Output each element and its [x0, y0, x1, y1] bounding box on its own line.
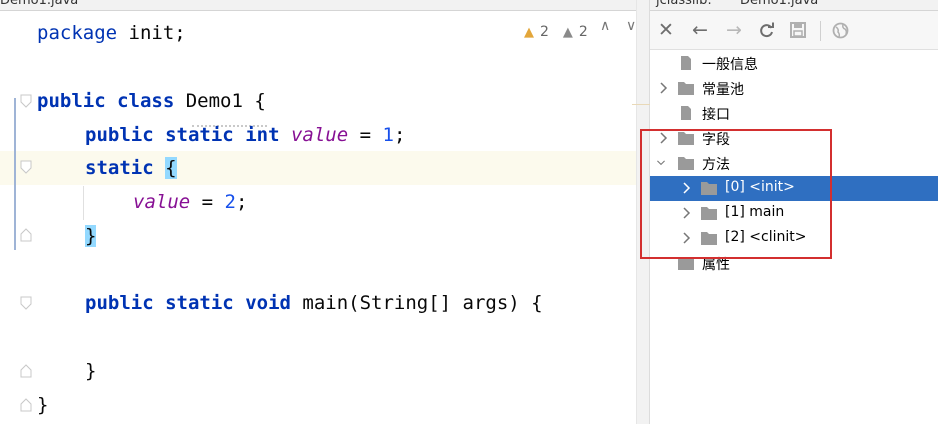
- prev-problem-icon[interactable]: ∧: [600, 18, 610, 34]
- main-signature: main(String[] args) {: [290, 292, 543, 314]
- operator-assign: =: [348, 124, 383, 146]
- code-line-close-class[interactable]: }: [37, 388, 48, 422]
- keyword-package: package: [37, 22, 118, 44]
- tab-demo1-bytecode[interactable]: Demo1.java: [740, 0, 818, 10]
- field-value: value: [133, 191, 191, 213]
- tree-node-constant-pool[interactable]: 常量池: [650, 76, 938, 101]
- indent-guide: [83, 186, 84, 220]
- weak-warning-count: 2: [578, 24, 588, 40]
- annotation-highlight-box: [640, 129, 832, 259]
- matched-brace-open: {: [165, 157, 177, 179]
- tree-node-label: 常量池: [702, 82, 744, 98]
- code-line-close-static[interactable]: }: [85, 219, 97, 253]
- keyword-public: public: [85, 124, 154, 146]
- file-icon: [681, 106, 691, 120]
- code-line-static-block[interactable]: static {: [85, 151, 177, 185]
- weak-warning-icon: ▲: [562, 24, 573, 40]
- semicolon: ;: [393, 124, 406, 146]
- code-line-assign[interactable]: value = 2;: [133, 185, 247, 219]
- toolbar-separator: [820, 21, 821, 41]
- tree-node-interfaces[interactable]: 接口: [650, 101, 938, 126]
- fold-end-marker-icon[interactable]: [20, 364, 32, 378]
- keyword-static: static: [85, 157, 154, 179]
- keyword-public: public: [85, 292, 154, 314]
- folder-icon: [678, 82, 694, 95]
- code-line-close-main[interactable]: }: [85, 354, 96, 388]
- panel-tab-strip: jclasslib: Demo1.java: [650, 0, 938, 11]
- fold-marker-icon[interactable]: [20, 296, 32, 310]
- tree-node-label: 接口: [702, 107, 730, 123]
- package-name: init;: [117, 22, 186, 44]
- keyword-static: static: [165, 124, 234, 146]
- inspection-widget[interactable]: ▲ 2 ▲ 2: [524, 18, 588, 46]
- close-icon[interactable]: ✕: [654, 17, 678, 43]
- arrow-left-icon[interactable]: ←: [688, 17, 712, 43]
- fold-marker-icon[interactable]: [20, 94, 32, 108]
- editor-tab-demo1[interactable]: Demo1.java: [0, 0, 78, 8]
- keyword-void: void: [245, 292, 291, 314]
- code-line-main[interactable]: public static void main(String[] args) {: [85, 286, 543, 320]
- code-line-package[interactable]: package init;: [37, 16, 186, 50]
- code-editor[interactable]: Demo1.java ▲ 2 ▲ 2 ∧ ∨ package init; pub…: [0, 0, 636, 424]
- operator-assign: =: [190, 191, 225, 213]
- tree-node-general-info[interactable]: 一般信息: [650, 51, 938, 76]
- tree-node-label: 一般信息: [702, 57, 758, 73]
- field-value: value: [290, 124, 349, 146]
- warning-icon: ▲: [524, 24, 534, 40]
- warning-count: 2: [540, 24, 549, 40]
- save-icon[interactable]: [786, 17, 810, 43]
- panel-toolbar: ✕ ← →: [650, 11, 938, 50]
- tab-jclasslib[interactable]: jclasslib:: [656, 0, 712, 8]
- code-line-class[interactable]: public class Demo1 {: [37, 84, 266, 118]
- fold-marker-icon[interactable]: [20, 160, 32, 174]
- right-margin-marker: [632, 104, 650, 105]
- fold-end-marker-icon[interactable]: [20, 228, 32, 242]
- brace-close: }: [37, 394, 49, 416]
- fold-end-marker-icon[interactable]: [20, 398, 32, 412]
- keyword-int: int: [245, 124, 280, 146]
- globe-icon[interactable]: [828, 17, 852, 43]
- code-line-field[interactable]: public static int value = 1;: [85, 118, 405, 152]
- arrow-right-icon[interactable]: →: [722, 17, 746, 43]
- semicolon: ;: [235, 191, 248, 213]
- number-literal: 1: [382, 124, 394, 146]
- matched-brace-close: }: [85, 225, 97, 247]
- brace-close: }: [85, 360, 97, 382]
- class-name: Demo1 {: [174, 90, 266, 112]
- next-problem-icon[interactable]: ∨: [626, 18, 636, 34]
- change-marker: [14, 98, 16, 250]
- file-icon: [681, 56, 691, 70]
- editor-tab-strip: Demo1.java: [0, 0, 636, 11]
- keyword-public: public: [37, 90, 106, 112]
- keyword-static: static: [165, 292, 234, 314]
- number-literal: 2: [224, 191, 236, 213]
- keyword-class: class: [117, 90, 175, 112]
- refresh-icon[interactable]: [754, 17, 778, 43]
- chevron-right-icon[interactable]: [658, 81, 668, 95]
